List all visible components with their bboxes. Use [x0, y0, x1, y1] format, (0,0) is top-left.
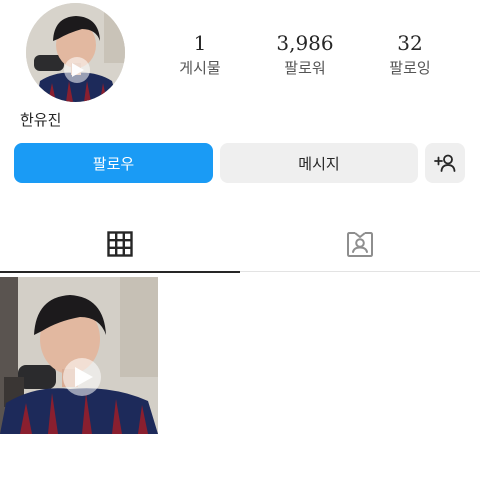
following-stat[interactable]: 32 팔로잉 [365, 32, 455, 77]
grid-icon [107, 231, 133, 257]
tagged-person-icon [347, 232, 373, 257]
tab-tagged[interactable] [240, 217, 480, 272]
avatar-photo [26, 3, 125, 102]
message-button[interactable]: 메시지 [220, 143, 418, 183]
followers-count: 3,986 [276, 31, 334, 55]
following-label: 팔로잉 [389, 59, 431, 77]
posts-count: 1 [193, 31, 207, 55]
profile-name: 한유진 [20, 111, 62, 129]
post-video-image [0, 277, 158, 434]
followers-label: 팔로워 [284, 59, 326, 77]
play-icon [63, 358, 101, 396]
avatar-play-icon [64, 57, 90, 83]
person-add-icon [434, 154, 456, 172]
posts-label: 게시물 [179, 59, 221, 77]
profile-tabs [0, 217, 480, 273]
tab-posts-grid[interactable] [0, 217, 240, 273]
add-person-button[interactable] [425, 143, 465, 183]
followers-stat[interactable]: 3,986 팔로워 [260, 32, 350, 77]
posts-stat[interactable]: 1 게시물 [155, 32, 245, 77]
post-thumbnail[interactable] [0, 277, 158, 434]
avatar[interactable] [26, 3, 125, 102]
following-count: 32 [397, 31, 423, 55]
follow-button[interactable]: 팔로우 [14, 143, 213, 183]
